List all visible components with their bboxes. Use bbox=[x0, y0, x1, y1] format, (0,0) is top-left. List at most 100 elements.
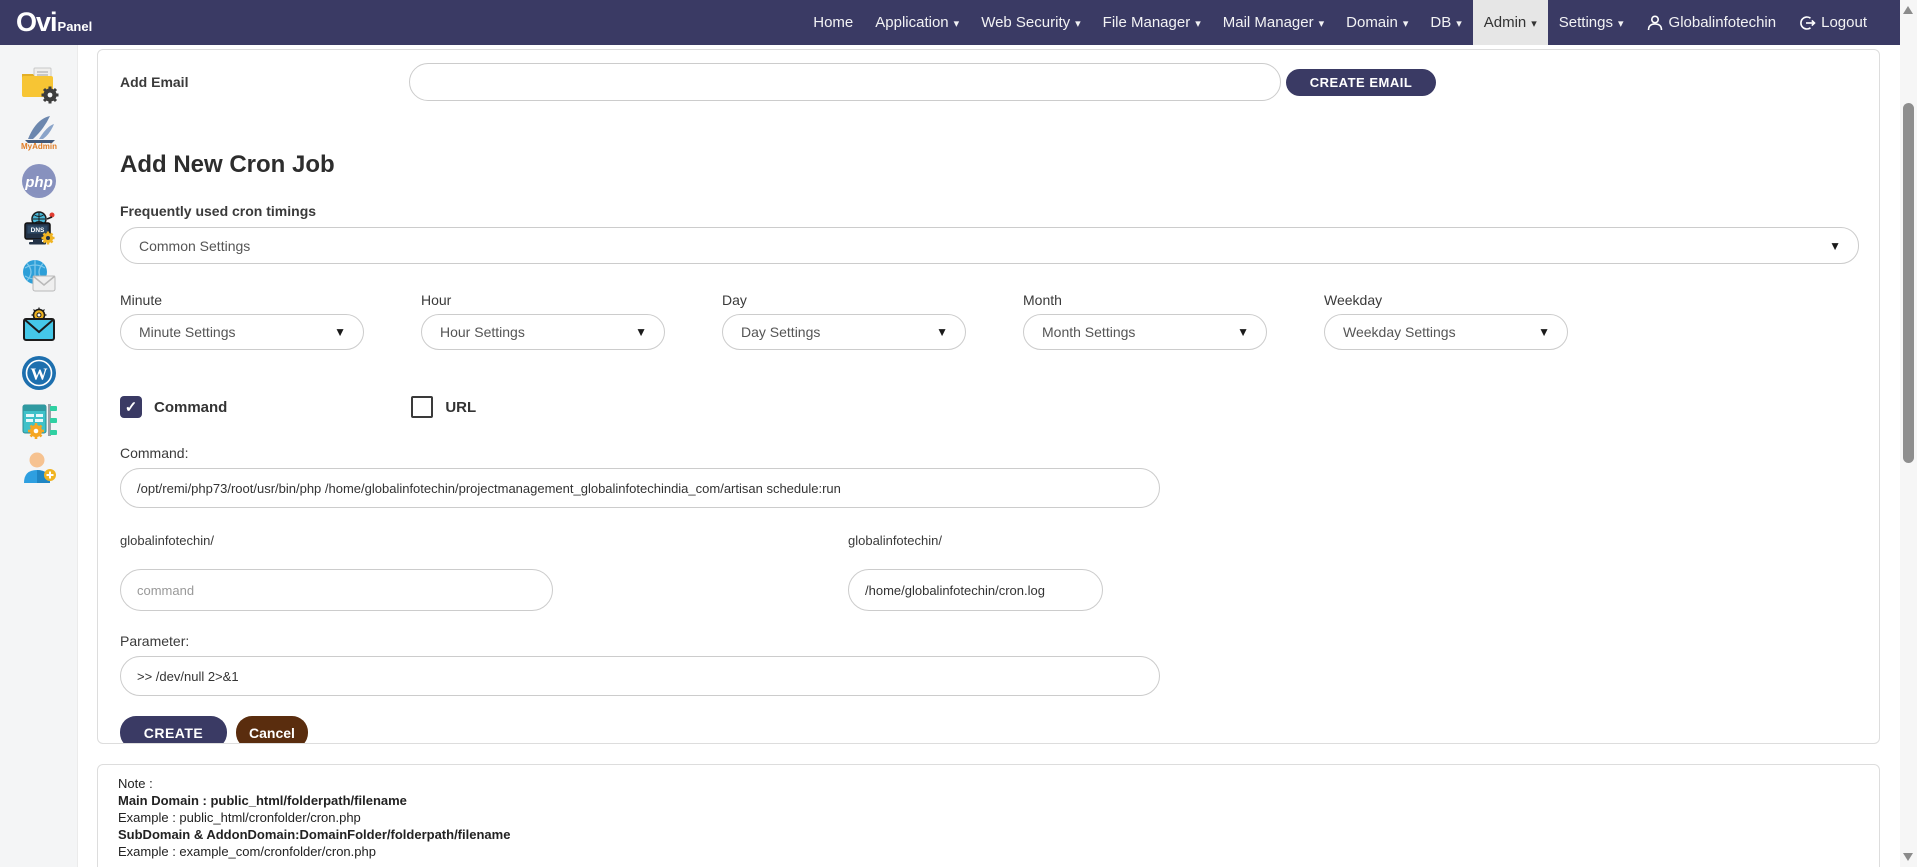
user-icon bbox=[1646, 14, 1664, 32]
top-navbar: Ovi Panel Home Application Web Security … bbox=[0, 0, 1900, 45]
scrollbar-thumb[interactable] bbox=[1903, 103, 1914, 463]
add-email-label: Add Email bbox=[120, 74, 409, 90]
scroll-down-arrow-icon[interactable] bbox=[1903, 853, 1913, 861]
weekday-select[interactable]: Weekday Settings bbox=[1324, 314, 1568, 350]
command-field-label: Command: bbox=[120, 445, 1857, 461]
nav-item-application[interactable]: Application bbox=[864, 0, 970, 45]
cancel-button[interactable]: Cancel bbox=[236, 716, 308, 744]
wordpress-icon[interactable]: W bbox=[18, 352, 60, 394]
parameter-field-label: Parameter: bbox=[120, 633, 1857, 649]
nav-item-db[interactable]: DB bbox=[1419, 0, 1472, 45]
cron-log-input[interactable] bbox=[848, 569, 1103, 611]
hour-label: Hour bbox=[421, 292, 665, 308]
nav-item-home[interactable]: Home bbox=[802, 0, 864, 45]
parameter-input[interactable] bbox=[120, 656, 1160, 696]
add-email-input[interactable] bbox=[409, 63, 1281, 101]
hour-value: Hour Settings bbox=[440, 324, 525, 340]
folder-prefix-right-label: globalinfotechin/ bbox=[848, 533, 1103, 548]
nav-label: Settings bbox=[1559, 14, 1613, 31]
note-line: Example : example_com/cronfolder/cron.ph… bbox=[118, 843, 1859, 860]
note-card: Note : Main Domain : public_html/folderp… bbox=[97, 764, 1880, 867]
url-checkbox-group[interactable]: URL bbox=[411, 396, 476, 418]
nav-item-mail-manager[interactable]: Mail Manager bbox=[1212, 0, 1335, 45]
nav-label: Admin bbox=[1484, 14, 1527, 31]
minute-label: Minute bbox=[120, 292, 364, 308]
icon-sidebar: MyAdmin php DNS bbox=[0, 45, 78, 867]
create-email-button[interactable]: CREATE EMAIL bbox=[1286, 69, 1436, 96]
nav-item-web-security[interactable]: Web Security bbox=[970, 0, 1091, 45]
add-user-icon[interactable] bbox=[18, 448, 60, 490]
command-checkbox[interactable] bbox=[120, 396, 142, 418]
note-line: Example : public_html/cronfolder/cron.ph… bbox=[118, 809, 1859, 826]
month-label: Month bbox=[1023, 292, 1267, 308]
nav-item-logout[interactable]: Logout bbox=[1787, 0, 1878, 45]
hour-select[interactable]: Hour Settings bbox=[421, 314, 665, 350]
nav-item-user[interactable]: Globalinfotechin bbox=[1635, 0, 1788, 45]
month-select[interactable]: Month Settings bbox=[1023, 314, 1267, 350]
url-checkbox[interactable] bbox=[411, 396, 433, 418]
weekday-value: Weekday Settings bbox=[1343, 324, 1456, 340]
nav-label: Domain bbox=[1346, 14, 1398, 31]
command-path-input[interactable] bbox=[120, 569, 553, 611]
logout-label: Logout bbox=[1821, 14, 1867, 31]
ovipanel-logo[interactable]: Ovi Panel bbox=[0, 7, 92, 38]
command-checkbox-group[interactable]: Command bbox=[120, 396, 227, 418]
logo-sub-text: Panel bbox=[58, 19, 93, 34]
create-button[interactable]: CREATE bbox=[120, 716, 227, 744]
note-line: Main Domain : public_html/folderpath/fil… bbox=[118, 792, 1859, 809]
php-text: php bbox=[24, 174, 53, 191]
nav-label: Mail Manager bbox=[1223, 14, 1314, 31]
day-select-group: Day Day Settings bbox=[722, 292, 966, 350]
time-selects-row: Minute Minute Settings Hour Hour Setting… bbox=[120, 292, 1857, 350]
nav-item-domain[interactable]: Domain bbox=[1335, 0, 1419, 45]
username-label: Globalinfotechin bbox=[1669, 14, 1777, 31]
webmail-icon[interactable] bbox=[18, 256, 60, 298]
window-scrollbar[interactable] bbox=[1900, 0, 1917, 867]
ovipanel-app: Ovi Panel Home Application Web Security … bbox=[0, 0, 1917, 867]
day-label: Day bbox=[722, 292, 966, 308]
nav-item-admin[interactable]: Admin bbox=[1473, 0, 1548, 45]
nav-item-file-manager[interactable]: File Manager bbox=[1092, 0, 1212, 45]
log-folder-column: globalinfotechin/ bbox=[848, 533, 1103, 611]
wordpress-text: W bbox=[30, 365, 47, 384]
minute-select[interactable]: Minute Settings bbox=[120, 314, 364, 350]
folder-inputs-row: globalinfotechin/ globalinfotechin/ bbox=[120, 533, 1857, 611]
hour-select-group: Hour Hour Settings bbox=[421, 292, 665, 350]
scroll-up-arrow-icon[interactable] bbox=[1903, 6, 1913, 14]
note-line: SubDomain & AddonDomain:DomainFolder/fol… bbox=[118, 826, 1859, 843]
phpmyadmin-icon[interactable]: MyAdmin bbox=[18, 112, 60, 154]
file-manager-icon[interactable] bbox=[18, 64, 60, 106]
nav-menu: Home Application Web Security File Manag… bbox=[802, 0, 1900, 45]
form-buttons-row: CREATE Cancel bbox=[120, 716, 1857, 744]
minute-value: Minute Settings bbox=[139, 324, 236, 340]
page-title: Add New Cron Job bbox=[120, 151, 1857, 179]
phpmyadmin-text: MyAdmin bbox=[21, 142, 57, 151]
day-value: Day Settings bbox=[741, 324, 820, 340]
timings-label: Frequently used cron timings bbox=[120, 203, 1857, 219]
command-input[interactable] bbox=[120, 468, 1160, 508]
common-settings-value: Common Settings bbox=[139, 238, 250, 254]
dns-icon[interactable]: DNS bbox=[18, 208, 60, 250]
type-checkbox-row: Command URL bbox=[120, 396, 1857, 418]
nav-label: File Manager bbox=[1103, 14, 1191, 31]
month-select-group: Month Month Settings bbox=[1023, 292, 1267, 350]
nav-label: Web Security bbox=[981, 14, 1070, 31]
url-checkbox-label: URL bbox=[445, 399, 476, 416]
nav-label: Home bbox=[813, 14, 853, 31]
day-select[interactable]: Day Settings bbox=[722, 314, 966, 350]
minute-select-group: Minute Minute Settings bbox=[120, 292, 364, 350]
mail-settings-icon[interactable] bbox=[18, 304, 60, 346]
cron-form-card: Add Email CREATE EMAIL Add New Cron Job … bbox=[97, 49, 1880, 744]
note-line: Note : bbox=[118, 775, 1859, 792]
weekday-select-group: Weekday Weekday Settings bbox=[1324, 292, 1568, 350]
weekday-label: Weekday bbox=[1324, 292, 1568, 308]
nav-label: DB bbox=[1430, 14, 1451, 31]
folder-prefix-left-label: globalinfotechin/ bbox=[120, 533, 553, 548]
nav-item-settings[interactable]: Settings bbox=[1548, 0, 1635, 45]
cron-jobs-icon[interactable] bbox=[18, 400, 60, 442]
month-value: Month Settings bbox=[1042, 324, 1135, 340]
logout-icon bbox=[1798, 14, 1816, 32]
common-settings-select[interactable]: Common Settings bbox=[120, 227, 1859, 264]
php-icon[interactable]: php bbox=[18, 160, 60, 202]
command-folder-column: globalinfotechin/ bbox=[120, 533, 553, 611]
